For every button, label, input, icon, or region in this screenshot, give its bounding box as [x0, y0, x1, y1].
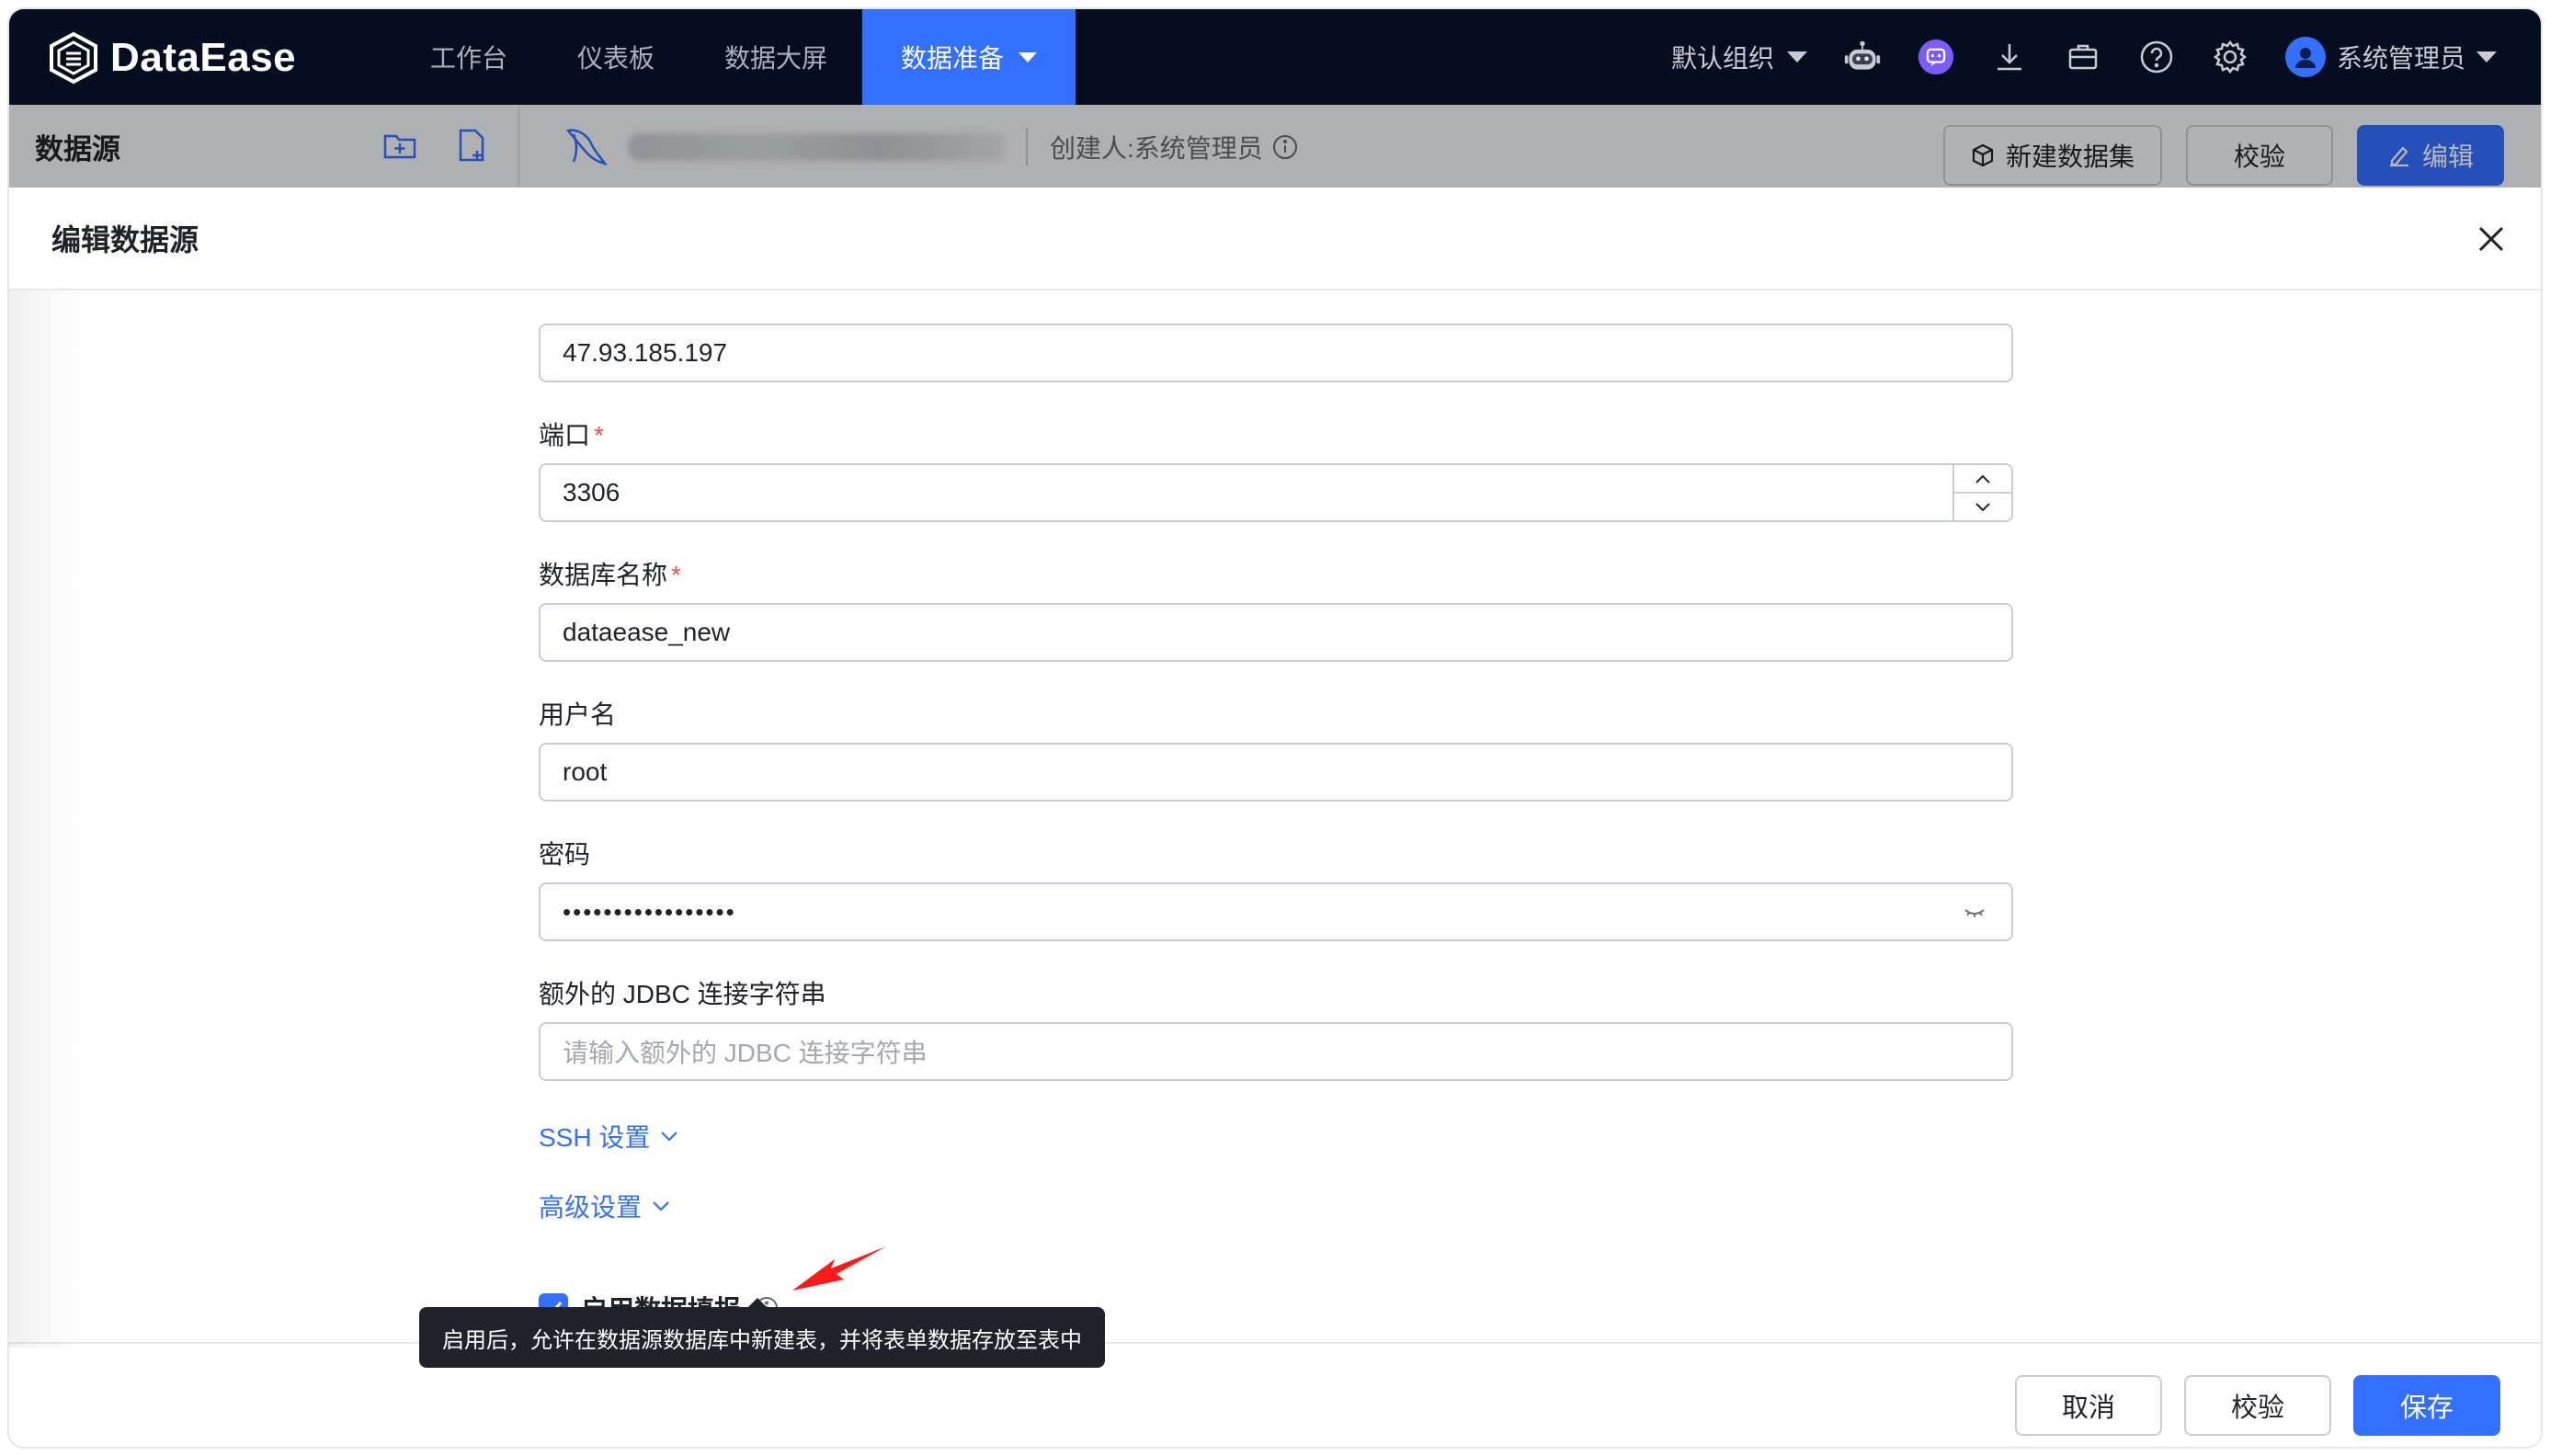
database-label-text: 数据库名称: [539, 561, 668, 589]
save-button[interactable]: 保存: [2353, 1375, 2500, 1436]
advanced-settings-label: 高级设置: [539, 1193, 643, 1222]
edit-datasource-drawer: 编辑数据源 47.93.185.197 端口 * 3306 数据库名称 * da…: [9, 188, 2541, 1447]
user-menu[interactable]: 系统管理员: [2284, 37, 2497, 77]
logo[interactable]: DataEase: [48, 29, 296, 86]
chat-icon[interactable]: [1918, 39, 1954, 75]
eye-closed-icon[interactable]: [1964, 903, 1986, 921]
database-input[interactable]: dataease_new: [539, 603, 2013, 662]
briefcase-icon[interactable]: [2065, 39, 2101, 75]
chevron-up-icon: [1975, 474, 1990, 483]
ssh-settings-toggle[interactable]: SSH 设置: [539, 1118, 679, 1155]
nav-item-data-prep-label: 数据准备: [901, 44, 1005, 73]
jdbc-placeholder: 请输入额外的 JDBC 连接字符串: [563, 1039, 928, 1067]
stepper-down-button[interactable]: [1954, 494, 2011, 520]
nav-item-data-prep[interactable]: 数据准备: [862, 9, 1076, 105]
cancel-button[interactable]: 取消: [2015, 1375, 2162, 1436]
chevron-down-icon: [661, 1132, 678, 1142]
ssh-settings-label: SSH 设置: [539, 1123, 651, 1152]
ai-robot-icon[interactable]: [1844, 39, 1881, 75]
app-window: DataEase 工作台 仪表板 数据大屏 数据准备 默认组织 系统管理员 数据…: [9, 9, 2541, 1447]
gear-icon[interactable]: [2212, 39, 2248, 75]
org-label: 默认组织: [1670, 44, 1774, 73]
host-value: 47.93.185.197: [563, 338, 728, 367]
annotation-arrow-icon: [792, 1246, 886, 1291]
top-navigation: DataEase 工作台 仪表板 数据大屏 数据准备 默认组织 系统管理员: [9, 9, 2541, 105]
org-selector[interactable]: 默认组织: [1671, 39, 1807, 75]
data-fill-tooltip: 启用后，允许在数据源数据库中新建表，并将表单数据存放至表中: [419, 1298, 1105, 1368]
chevron-down-icon: [1975, 502, 1990, 511]
password-label: 密码: [539, 840, 591, 869]
jdbc-input[interactable]: 请输入额外的 JDBC 连接字符串: [539, 1022, 2013, 1081]
username-value: root: [563, 757, 608, 786]
jdbc-label: 额外的 JDBC 连接字符串: [539, 980, 826, 1008]
nav-right-tools: 默认组织 系统管理员: [1671, 9, 2497, 105]
main-nav: 工作台 仪表板 数据大屏 数据准备: [395, 9, 1076, 105]
logo-icon: [50, 31, 97, 85]
drawer-header: 编辑数据源: [9, 188, 2541, 290]
port-value: 3306: [563, 478, 620, 506]
user-name: 系统管理员: [2336, 44, 2465, 73]
drawer-title: 编辑数据源: [51, 223, 199, 256]
user-avatar-icon: [2284, 37, 2326, 77]
port-label-text: 端口: [539, 421, 591, 449]
database-value: dataease_new: [563, 618, 731, 646]
validate-footer-button[interactable]: 校验: [2184, 1375, 2331, 1436]
password-input[interactable]: •••••••••••••••••: [539, 882, 2013, 941]
help-icon[interactable]: [2138, 39, 2175, 75]
app-name: DataEase: [110, 35, 297, 80]
port-stepper: [1952, 465, 2011, 520]
required-mark: *: [671, 561, 681, 589]
caret-down-icon: [1019, 51, 1038, 63]
port-input[interactable]: 3306: [539, 463, 2013, 522]
close-icon[interactable]: [2476, 224, 2506, 254]
drawer-footer: 取消 校验 保存: [9, 1342, 2541, 1447]
stepper-up-button[interactable]: [1954, 465, 2011, 494]
download-icon[interactable]: [1991, 39, 2028, 75]
nav-item-dashboard[interactable]: 仪表板: [542, 9, 689, 105]
port-label: 端口 *: [539, 415, 604, 452]
caret-down-icon: [1786, 51, 1807, 63]
nav-item-data-screen[interactable]: 数据大屏: [689, 9, 862, 105]
database-label: 数据库名称 *: [539, 555, 681, 592]
host-input[interactable]: 47.93.185.197: [539, 324, 2013, 382]
required-mark: *: [594, 421, 604, 449]
password-value: •••••••••••••••••: [563, 897, 736, 926]
advanced-settings-toggle[interactable]: 高级设置: [539, 1188, 671, 1224]
username-label: 用户名: [539, 700, 617, 729]
datasource-form: 47.93.185.197 端口 * 3306 数据库名称 * dataease…: [539, 290, 2013, 1346]
nav-item-workbench[interactable]: 工作台: [395, 9, 542, 105]
modal-backdrop[interactable]: [9, 105, 2541, 188]
drawer-edge-shadow: [9, 290, 83, 1348]
username-input[interactable]: root: [539, 743, 2013, 802]
caret-down-icon: [2476, 51, 2497, 63]
chevron-down-icon: [653, 1201, 669, 1211]
